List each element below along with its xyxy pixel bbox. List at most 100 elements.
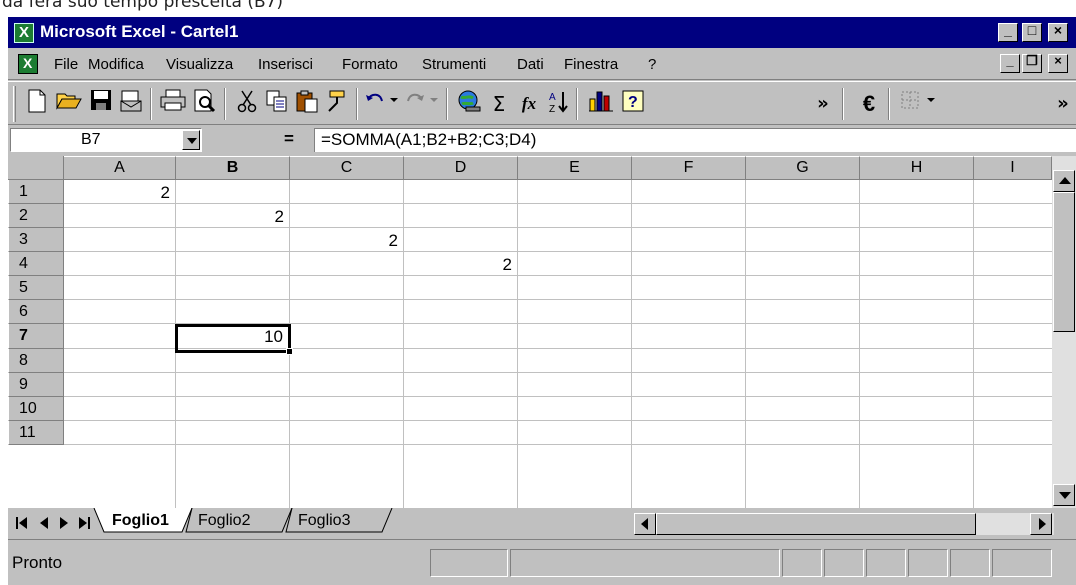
undo-icon[interactable] — [364, 89, 398, 119]
print-preview-icon[interactable] — [190, 89, 220, 119]
column-header-f[interactable]: F — [632, 156, 746, 180]
menu-formato[interactable]: Formato — [342, 56, 398, 73]
email-icon[interactable] — [116, 89, 146, 119]
maximize-icon: □ — [1027, 22, 1037, 38]
column-header-c[interactable]: C — [290, 156, 404, 180]
chevron-down-icon[interactable] — [182, 130, 200, 150]
sheet-tab-foglio3[interactable]: Foglio3 — [298, 510, 350, 534]
row-header-1[interactable]: 1 — [8, 180, 64, 204]
previous-sheet-icon[interactable] — [34, 513, 54, 533]
vertical-scrollbar[interactable] — [1052, 156, 1076, 508]
scroll-left-button[interactable] — [634, 513, 656, 535]
print-icon[interactable] — [158, 89, 188, 119]
column-header-a[interactable]: A — [64, 156, 176, 180]
paste-icon[interactable] — [292, 89, 322, 119]
column-header-g[interactable]: G — [746, 156, 860, 180]
menu-help[interactable]: ? — [648, 56, 656, 73]
horizontal-scroll-thumb[interactable] — [656, 513, 976, 535]
borders-icon[interactable] — [900, 89, 935, 119]
column-header-d[interactable]: D — [404, 156, 518, 180]
status-panel — [430, 549, 508, 577]
worksheet-grid[interactable]: A B C D E F G H I 1 2 3 4 5 6 7 8 9 10 1… — [8, 156, 1052, 508]
name-box[interactable]: B7 — [10, 128, 202, 152]
toolbar-separator — [576, 88, 578, 120]
hyperlink-icon[interactable] — [454, 89, 484, 119]
menu-strumenti[interactable]: Strumenti — [422, 56, 486, 73]
menu-inserisci[interactable]: Inserisci — [258, 56, 313, 73]
minimize-button[interactable]: _ — [998, 22, 1018, 42]
row-header-10[interactable]: 10 — [8, 397, 64, 421]
format-painter-icon[interactable] — [322, 89, 352, 119]
autosum-icon[interactable]: Σ — [484, 89, 514, 119]
menu-bar: File Modifica Visualizza Inserisci Forma… — [8, 48, 1076, 80]
arrow-down-icon — [1059, 492, 1071, 499]
copy-icon[interactable] — [262, 89, 292, 119]
doc-close-icon: × — [1054, 53, 1062, 68]
cell-b2[interactable]: 2 — [176, 204, 289, 228]
chart-wizard-icon[interactable] — [586, 89, 616, 119]
menu-file[interactable]: File — [54, 56, 78, 73]
selected-cell-border — [175, 324, 291, 353]
open-icon[interactable] — [54, 89, 84, 119]
horizontal-scrollbar[interactable] — [634, 513, 1054, 535]
excel-app-icon[interactable] — [14, 23, 34, 43]
column-header-b[interactable]: B — [176, 156, 290, 180]
new-icon[interactable] — [22, 89, 52, 119]
doc-minimize-button[interactable]: _ — [1000, 53, 1020, 73]
column-header-i[interactable]: I — [974, 156, 1052, 180]
maximize-button[interactable]: □ — [1022, 22, 1042, 42]
more-icon-right[interactable]: » — [1048, 89, 1076, 119]
close-button[interactable]: × — [1048, 22, 1068, 42]
status-panel — [908, 549, 948, 577]
toolbar-separator — [888, 88, 890, 120]
toolbar-grip[interactable] — [13, 86, 16, 122]
row-header-3[interactable]: 3 — [8, 228, 64, 252]
menu-modifica[interactable]: Modifica — [88, 56, 144, 73]
redo-icon[interactable] — [404, 89, 438, 119]
doc-restore-button[interactable]: ❐ — [1022, 53, 1042, 73]
title-bar[interactable]: Microsoft Excel - Cartel1 _ □ × — [8, 17, 1076, 48]
next-sheet-icon[interactable] — [54, 513, 74, 533]
edit-formula-button[interactable]: = — [284, 129, 294, 149]
scroll-down-button[interactable] — [1053, 484, 1075, 506]
row-header-7[interactable]: 7 — [8, 324, 64, 349]
cell-c3[interactable]: 2 — [290, 228, 403, 252]
workbook-icon[interactable] — [18, 54, 38, 74]
scroll-right-button[interactable] — [1030, 513, 1052, 535]
select-all-button[interactable] — [8, 156, 64, 180]
window-title: Microsoft Excel - Cartel1 — [40, 22, 239, 41]
more-icon[interactable]: » — [808, 89, 838, 119]
row-header-2[interactable]: 2 — [8, 204, 64, 228]
fill-handle[interactable] — [286, 348, 293, 355]
save-icon[interactable] — [86, 89, 116, 119]
scroll-up-button[interactable] — [1053, 170, 1075, 192]
help-icon[interactable]: ? — [618, 89, 648, 119]
row-header-6[interactable]: 6 — [8, 300, 64, 324]
cell-d4[interactable]: 2 — [404, 252, 517, 276]
sheet-tab-bar: Foglio1 Foglio2 Foglio3 — [8, 508, 1076, 540]
row-header-4[interactable]: 4 — [8, 252, 64, 276]
menu-visualizza[interactable]: Visualizza — [166, 56, 233, 73]
row-header-9[interactable]: 9 — [8, 373, 64, 397]
menu-finestra[interactable]: Finestra — [564, 56, 618, 73]
last-sheet-icon[interactable] — [74, 513, 94, 533]
first-sheet-icon[interactable] — [12, 513, 32, 533]
gridline — [64, 275, 1052, 276]
cut-icon[interactable] — [232, 89, 262, 119]
column-header-e[interactable]: E — [518, 156, 632, 180]
sheet-tab-foglio1[interactable]: Foglio1 — [112, 510, 169, 534]
function-icon[interactable]: fx — [514, 89, 544, 119]
doc-close-button[interactable]: × — [1048, 53, 1068, 73]
arrow-left-icon — [641, 518, 648, 530]
column-header-h[interactable]: H — [860, 156, 974, 180]
row-header-8[interactable]: 8 — [8, 349, 64, 373]
euro-icon[interactable]: € — [854, 89, 884, 119]
sheet-tab-foglio2[interactable]: Foglio2 — [198, 510, 250, 534]
vertical-scroll-thumb[interactable] — [1053, 192, 1075, 332]
cell-a1[interactable]: 2 — [64, 180, 175, 204]
sort-ascending-icon[interactable]: AZ — [544, 89, 574, 119]
row-header-5[interactable]: 5 — [8, 276, 64, 300]
row-header-11[interactable]: 11 — [8, 421, 64, 445]
menu-dati[interactable]: Dati — [517, 56, 544, 73]
formula-input[interactable]: =SOMMA(A1;B2+B2;C3;D4) — [314, 128, 1076, 152]
